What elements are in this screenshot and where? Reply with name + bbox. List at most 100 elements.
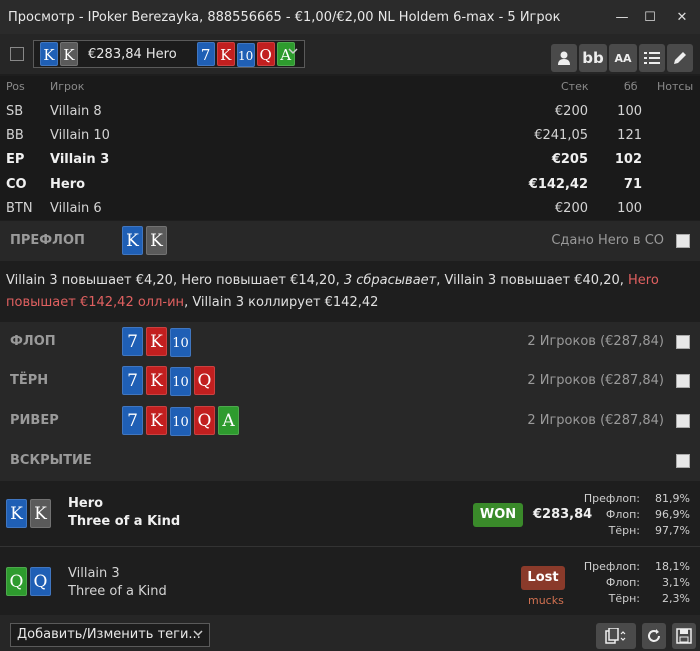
equity-label: Префлоп: <box>583 492 640 505</box>
row-player: Hero <box>50 177 86 192</box>
divider <box>0 546 700 547</box>
card: K <box>40 42 58 66</box>
lost-badge: Lost <box>521 566 565 590</box>
street-cards: 7 K 10 Q <box>122 366 218 396</box>
action-text: , Villain 3 повышает €40,20, <box>436 273 624 288</box>
card: 7 <box>122 406 143 435</box>
bottom-bar: Добавить/Изменить теги... <box>0 615 700 651</box>
table-row[interactable]: EP Villain 3 €205 102 <box>0 148 700 172</box>
table-row[interactable]: CO Hero €142,42 71 <box>0 173 700 197</box>
card: 7 <box>196 41 215 66</box>
action-text: 3 сбрасывает <box>343 273 437 288</box>
card: 7 <box>122 327 143 356</box>
font-size-button[interactable]: AA <box>609 44 637 72</box>
card: Q <box>30 567 51 596</box>
row-pos: BB <box>6 128 24 143</box>
card: K <box>146 366 167 395</box>
card: K <box>146 226 167 255</box>
street-info: 2 Игроков (€287,84) <box>527 373 664 388</box>
row-player: Villain 6 <box>50 201 102 216</box>
action-text-hero: €142,42 олл-ин <box>79 295 185 310</box>
table-row[interactable]: BB Villain 10 €241,05 121 <box>0 124 700 148</box>
street-cards: 7 K 10 <box>122 327 194 357</box>
copy-button[interactable] <box>596 623 636 649</box>
result-cards: KK <box>6 499 54 528</box>
col-header-pos: Pos <box>6 80 25 93</box>
hand-board-cards: 7 K 10 Q A <box>196 41 297 67</box>
street-name: РИВЕР <box>10 413 59 428</box>
row-player: Villain 10 <box>50 128 110 143</box>
equity-value: 96,9% <box>655 508 690 521</box>
card: K <box>122 226 143 255</box>
row-pos: SB <box>6 104 24 119</box>
row-pos: EP <box>6 152 25 167</box>
card: K <box>146 327 167 356</box>
street-name: ТЁРН <box>10 373 49 388</box>
note-icon[interactable] <box>676 414 690 428</box>
refresh-button[interactable] <box>642 623 666 649</box>
card: K <box>6 499 27 528</box>
row-bb: 102 <box>614 152 642 167</box>
street-cards: KK <box>122 226 170 255</box>
row-bb: 71 <box>623 177 642 192</box>
street-showdown: ВСКРЫТИЕ <box>0 441 700 481</box>
tags-dropdown[interactable]: Добавить/Изменить теги... <box>10 623 210 647</box>
card: K <box>146 406 167 435</box>
card: Q <box>6 567 27 596</box>
chevron-down-icon <box>193 624 203 646</box>
maximize-icon: ☐ <box>644 9 656 25</box>
street-info: Сдано Hero в CO <box>551 233 664 248</box>
row-bb: 121 <box>617 128 642 143</box>
row-bb: 100 <box>617 201 642 216</box>
col-header-notes: Нотсы <box>657 80 694 93</box>
street-flop: ФЛОП 7 K 10 2 Игроков (€287,84) <box>0 322 700 362</box>
card: A <box>218 406 239 435</box>
street-name: ПРЕФЛОП <box>10 233 85 248</box>
pencil-icon <box>674 52 686 64</box>
table-row[interactable]: BTN Villain 6 €200 100 <box>0 197 700 221</box>
hand-label: €283,84 Hero <box>88 46 177 62</box>
save-button[interactable] <box>672 623 696 649</box>
equity-value: 3,1% <box>662 576 690 589</box>
equity-value: 2,3% <box>662 592 690 605</box>
equity-label: Флоп: <box>605 508 640 521</box>
preflop-actions: Villain 3 повышает €4,20, Hero повышает … <box>0 262 700 320</box>
table-row[interactable]: SB Villain 8 €200 100 <box>0 100 700 124</box>
close-icon: ✕ <box>676 9 688 25</box>
hand-hero-cards: KK <box>40 42 80 66</box>
won-amount: €283,84 <box>533 507 593 522</box>
toolbar: KK €283,84 Hero 7 K 10 Q A bb AA <box>0 34 700 74</box>
note-icon[interactable] <box>676 234 690 248</box>
equity-value: 18,1% <box>655 560 690 573</box>
user-icon <box>558 51 570 65</box>
select-hand-checkbox[interactable] <box>10 47 24 61</box>
card: K <box>30 499 51 528</box>
card: 10 <box>236 42 255 67</box>
row-stack: €200 <box>554 201 588 216</box>
equity-label: Флоп: <box>605 576 640 589</box>
row-stack: €205 <box>551 152 588 167</box>
note-icon[interactable] <box>676 335 690 349</box>
card: Q <box>194 366 215 395</box>
card: 10 <box>170 407 191 436</box>
list-button[interactable] <box>639 44 665 72</box>
player-button[interactable] <box>551 44 577 72</box>
close-button[interactable]: ✕ <box>660 0 700 34</box>
big-blinds-button[interactable]: bb <box>579 44 607 72</box>
row-stack: €142,42 <box>528 177 588 192</box>
result-player: Villain 3 <box>68 566 120 581</box>
equity-label: Тёрн: <box>608 592 640 605</box>
copy-icon <box>605 628 626 644</box>
list-icon <box>644 52 660 64</box>
hand-selector[interactable]: KK €283,84 Hero 7 K 10 Q A <box>33 40 305 68</box>
col-header-stack: Стек <box>561 80 589 93</box>
won-badge: WON <box>473 503 523 527</box>
window-title: Просмотр - IPoker Berezayka, 888556665 -… <box>8 9 560 25</box>
equity-value: 81,9% <box>655 492 690 505</box>
note-icon[interactable] <box>676 374 690 388</box>
title-bar: Просмотр - IPoker Berezayka, 888556665 -… <box>0 0 700 34</box>
row-stack: €200 <box>554 104 588 119</box>
result-hand: Three of a Kind <box>68 514 181 529</box>
note-icon[interactable] <box>676 454 690 468</box>
edit-button[interactable] <box>667 44 693 72</box>
